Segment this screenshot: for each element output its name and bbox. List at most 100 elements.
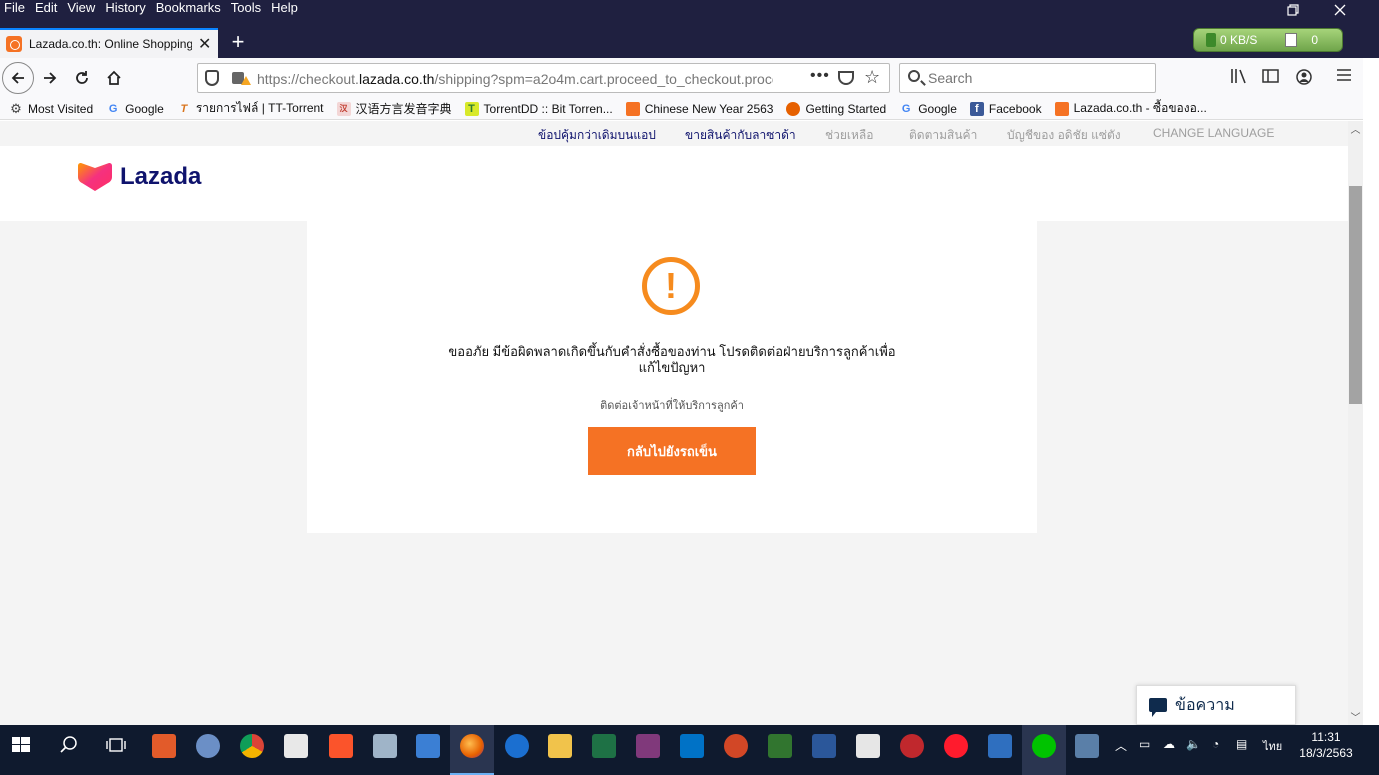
restore-window-icon[interactable]: [1273, 2, 1313, 22]
track-order-link[interactable]: ติดตามสินค้า: [909, 126, 977, 145]
page-scrollbar[interactable]: ︿ ﹀: [1348, 121, 1363, 725]
onedrive-icon[interactable]: ☁: [1163, 737, 1175, 751]
outlook-icon[interactable]: [680, 734, 704, 758]
network-speed: 0 KB/S: [1220, 33, 1258, 47]
menu-bar: File Edit View History Bookmarks Tools H…: [0, 0, 1379, 28]
app-deal-link[interactable]: ข้อปคุ้มกว่าเดิมบนแอป: [538, 126, 656, 145]
control-panel-icon[interactable]: [416, 734, 440, 758]
paint-app-icon[interactable]: [196, 734, 220, 758]
page-actions-icon[interactable]: •••: [810, 67, 830, 85]
help-link[interactable]: ช่วยเหลือ: [825, 126, 874, 145]
chat-label: ข้อความ: [1175, 696, 1235, 714]
app-window-icon[interactable]: [1075, 734, 1099, 758]
menu-bookmarks[interactable]: Bookmarks: [156, 0, 221, 16]
wifi-icon[interactable]: ◔: [1212, 737, 1219, 751]
alert-icon: !: [642, 257, 700, 315]
bookmark-google-2[interactable]: G Google: [899, 102, 957, 116]
file-explorer-icon[interactable]: [548, 734, 572, 758]
project-icon[interactable]: [768, 734, 792, 758]
line-taskbar-active[interactable]: [1022, 725, 1066, 775]
scroll-up-icon[interactable]: ︿: [1348, 121, 1363, 138]
hamburger-menu-icon[interactable]: [1336, 68, 1352, 87]
edge-icon[interactable]: [505, 734, 529, 758]
bookmark-dictionary[interactable]: 汉 汉语方言发音字典: [336, 100, 452, 117]
account-icon[interactable]: [1295, 68, 1313, 91]
word-icon[interactable]: [812, 734, 836, 758]
menu-edit[interactable]: Edit: [35, 0, 57, 16]
sell-on-lazada-link[interactable]: ขายสินค้ากับลาซาด้า: [685, 126, 796, 145]
pocket-icon[interactable]: [838, 71, 854, 85]
chrome-icon[interactable]: [240, 734, 264, 758]
power-app-icon[interactable]: [152, 734, 176, 758]
security-app-icon[interactable]: [900, 734, 924, 758]
back-to-cart-button[interactable]: กลับไปยังรถเข็น: [588, 427, 756, 475]
network-monitor[interactable]: 0 KB/S 0: [1193, 28, 1343, 52]
store-icon[interactable]: [284, 734, 308, 758]
excel-icon[interactable]: [592, 734, 616, 758]
contact-support-text[interactable]: ติดต่อเจ้าหน้าที่ให้บริการลูกค้า: [307, 396, 1037, 414]
bookmark-star-icon[interactable]: ☆: [864, 67, 880, 88]
scroll-down-icon[interactable]: ﹀: [1348, 709, 1363, 725]
scroll-thumb[interactable]: [1349, 186, 1362, 404]
reload-button[interactable]: [68, 64, 96, 92]
bookmark-tt-torrent[interactable]: T รายการไฟล์ | TT-Torrent: [177, 99, 323, 118]
bookmark-torrentdd[interactable]: T TorrentDD :: Bit Torren...: [464, 101, 613, 116]
change-language-link[interactable]: CHANGE LANGUAGE: [1153, 126, 1274, 140]
forward-button[interactable]: [36, 64, 64, 92]
photos-icon[interactable]: [373, 734, 397, 758]
powerpoint-icon[interactable]: [724, 734, 748, 758]
taskbar-clock[interactable]: 11:31 18/3/2563: [1296, 729, 1356, 761]
chat-widget[interactable]: ข้อความ: [1136, 685, 1296, 725]
bookmark-lazada[interactable]: Lazada.co.th - ซื้อของอ...: [1054, 99, 1207, 118]
firefox-taskbar-active[interactable]: [450, 725, 494, 775]
notification-icon[interactable]: ▤: [1236, 737, 1247, 751]
tab-close-icon[interactable]: ✕: [198, 34, 211, 54]
bookmark-google[interactable]: G Google: [106, 102, 164, 116]
bookmark-most-visited[interactable]: ⚙ Most Visited: [9, 101, 93, 116]
visio-icon[interactable]: [988, 734, 1012, 758]
url-text[interactable]: https://checkout.lazada.co.th/shipping?s…: [257, 71, 773, 87]
warning-icon: [241, 76, 251, 85]
sidebar-icon[interactable]: [1262, 68, 1280, 89]
url-bar[interactable]: https://checkout.lazada.co.th/shipping?s…: [197, 63, 890, 93]
brave-icon[interactable]: [329, 734, 353, 758]
opera-icon[interactable]: [944, 734, 968, 758]
windows-start-icon[interactable]: [10, 734, 34, 758]
volume-icon[interactable]: 🔈: [1186, 737, 1201, 751]
tab-strip: Lazada.co.th: Online Shopping ✕ + 0 KB/S…: [0, 28, 1379, 58]
page-content: ข้อปคุ้มกว่าเดิมบนแอป ขายสินค้ากับลาซาด้…: [0, 121, 1348, 725]
google-icon: G: [108, 102, 118, 115]
menu-history[interactable]: History: [105, 0, 145, 16]
battery-icon[interactable]: ▭: [1139, 737, 1150, 751]
calculator-icon[interactable]: [856, 734, 880, 758]
lazada-icon: [1054, 101, 1069, 116]
tab-lazada[interactable]: Lazada.co.th: Online Shopping ✕: [0, 28, 218, 58]
library-icon[interactable]: [1230, 68, 1248, 89]
search-bar[interactable]: [899, 63, 1156, 93]
menu-help[interactable]: Help: [271, 0, 298, 16]
onenote-icon[interactable]: [636, 734, 660, 758]
menu-file[interactable]: File: [4, 0, 25, 16]
search-input[interactable]: [928, 70, 1128, 86]
bookmarks-toolbar: ⚙ Most Visited G Google T รายการไฟล์ | T…: [0, 98, 1379, 120]
menu-view[interactable]: View: [67, 0, 95, 16]
menu-tools[interactable]: Tools: [231, 0, 261, 16]
lazada-logo[interactable]: Lazada: [78, 163, 201, 191]
new-tab-icon[interactable]: +: [228, 29, 248, 55]
account-link[interactable]: บัญชีของ อดิชัย แซ่ตัง: [1007, 126, 1121, 145]
language-indicator[interactable]: ไทย: [1263, 737, 1282, 755]
bookmark-facebook[interactable]: f Facebook: [969, 101, 1042, 116]
bookmark-chinese-new-year[interactable]: Chinese New Year 2563: [625, 101, 773, 116]
dictionary-icon: 汉: [336, 101, 351, 116]
tray-chevron-icon[interactable]: ︿: [1115, 737, 1127, 754]
back-button[interactable]: [2, 62, 34, 94]
search-taskbar-icon[interactable]: [58, 734, 82, 758]
close-window-icon[interactable]: [1320, 2, 1360, 22]
tracking-shield-icon[interactable]: [205, 70, 219, 86]
chat-icon: [1149, 698, 1167, 717]
home-button[interactable]: [100, 64, 128, 92]
network-count: 0: [1311, 33, 1319, 47]
bookmark-getting-started[interactable]: Getting Started: [786, 101, 886, 116]
torrentdd-icon: T: [464, 101, 479, 116]
task-view-icon[interactable]: [105, 734, 129, 758]
